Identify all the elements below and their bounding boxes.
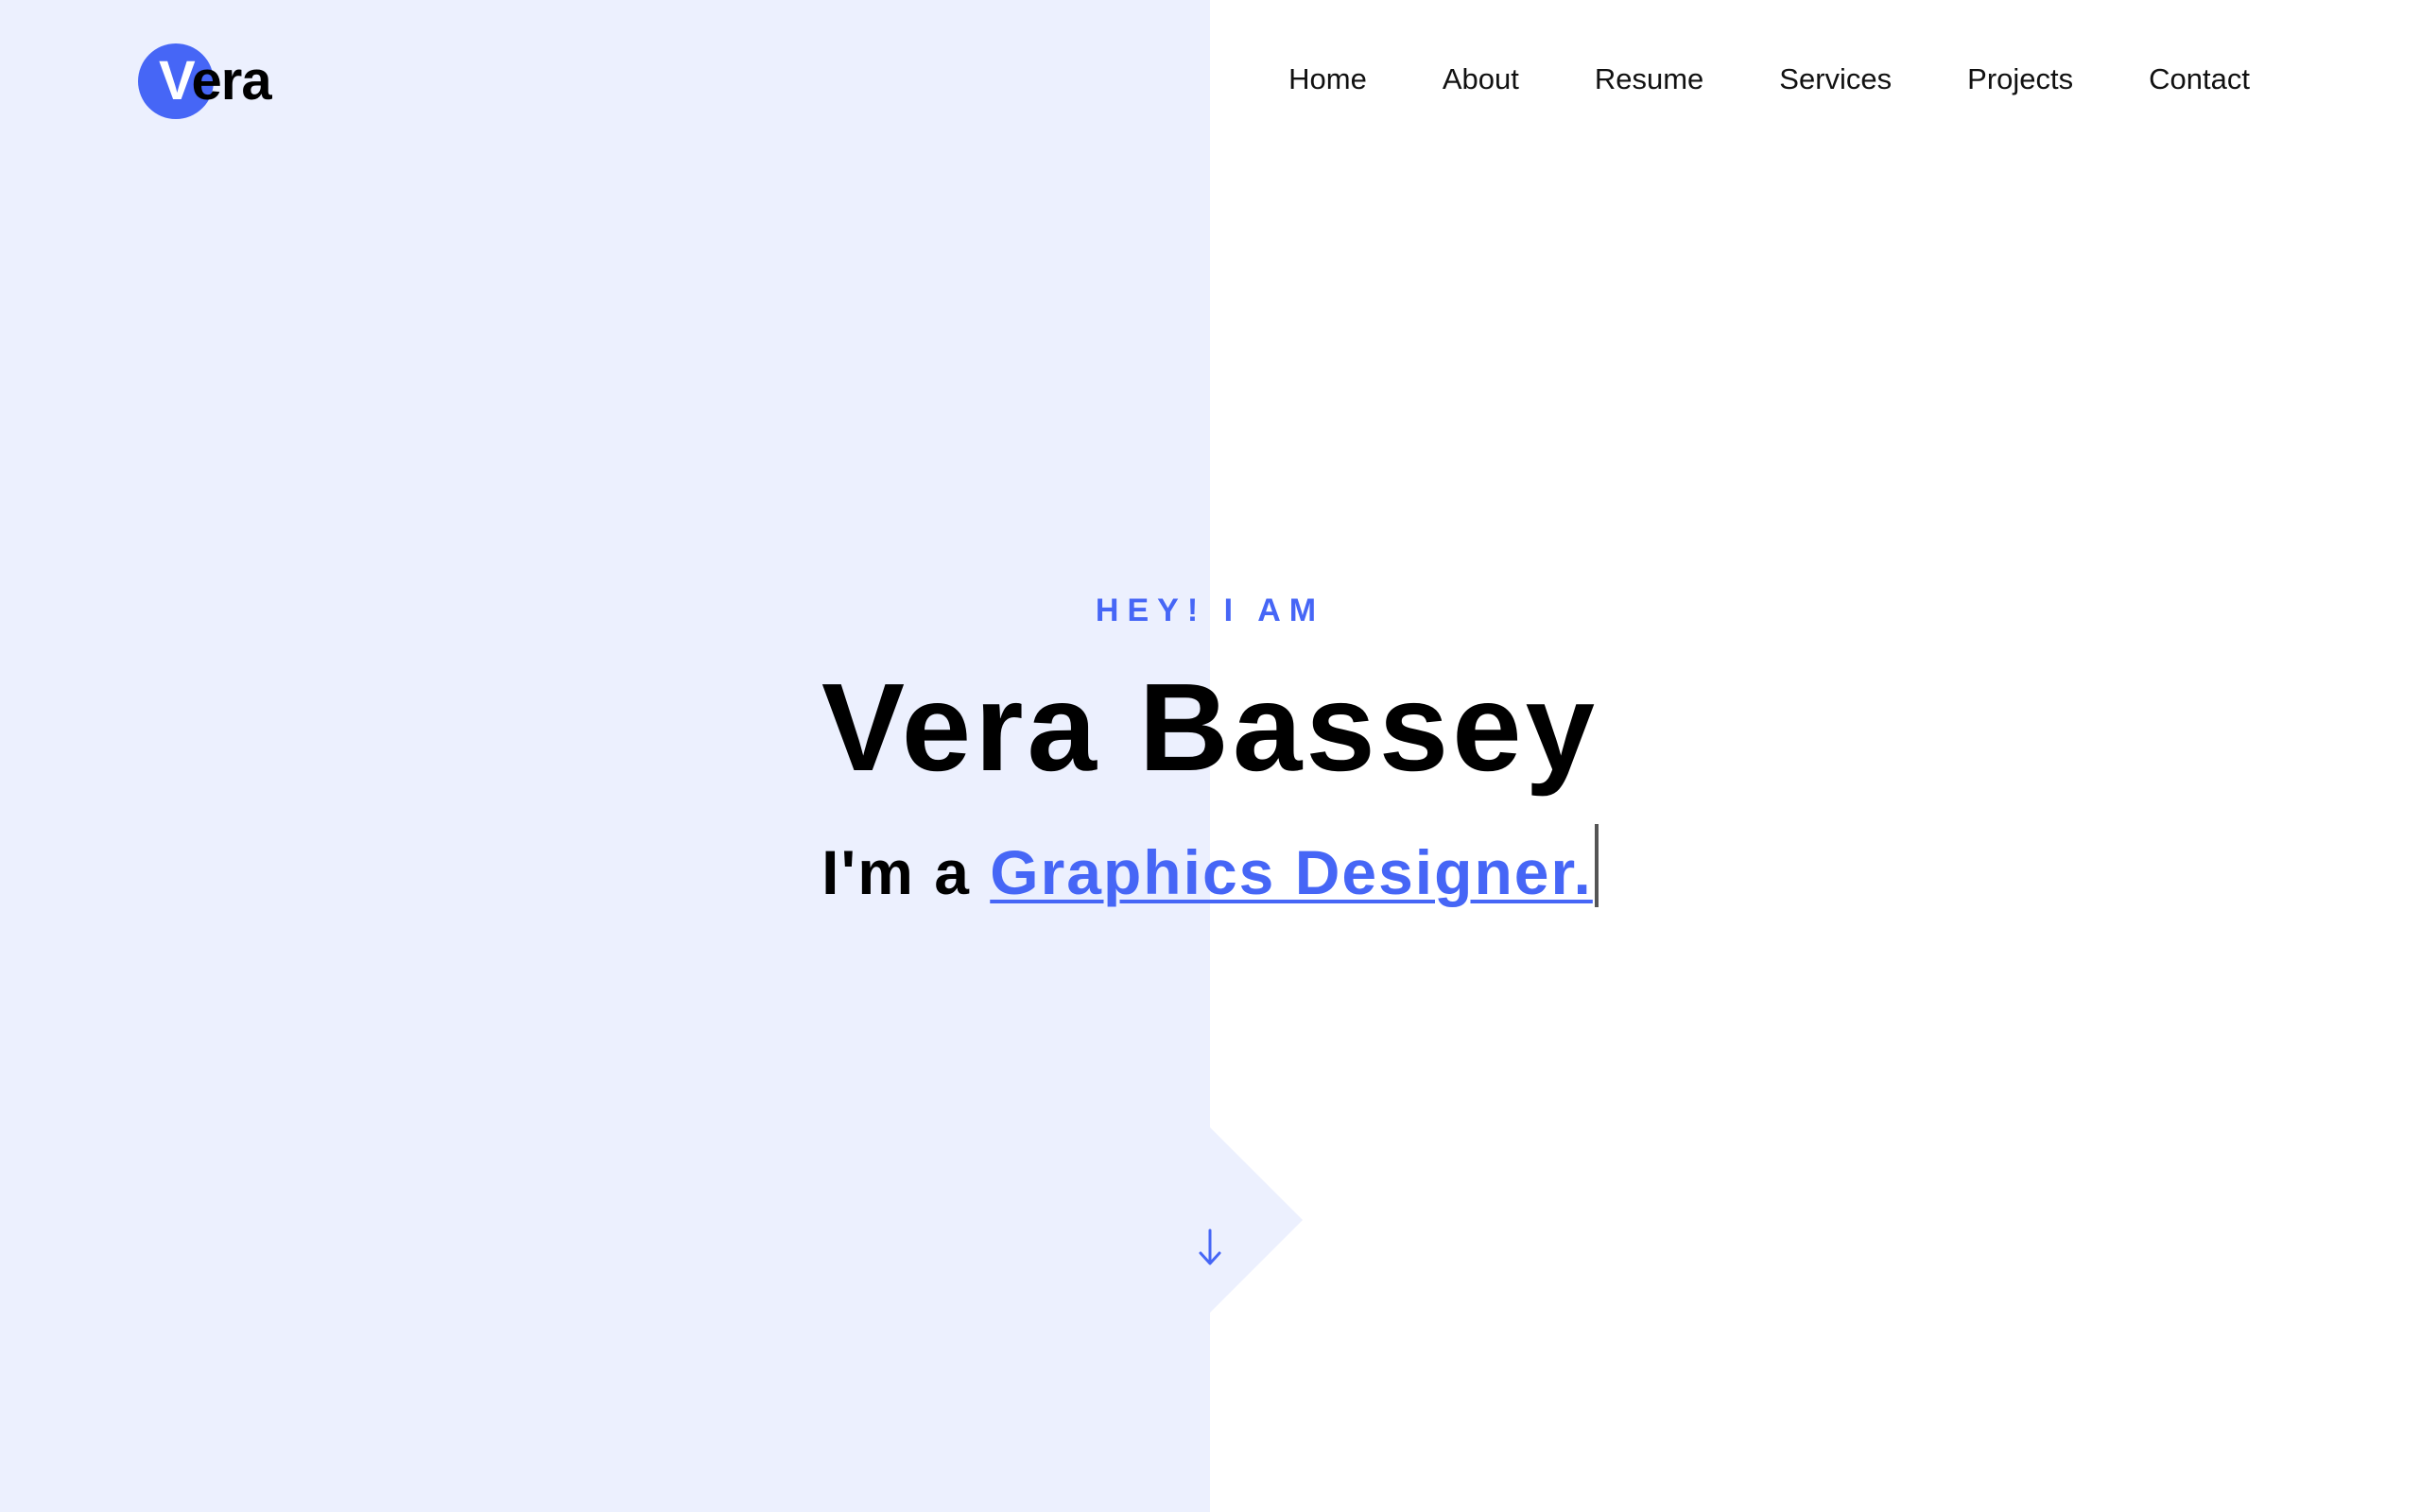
hero-section: HEY! I AM Vera Bassey I'm a Graphics Des… [0,0,2420,1512]
arrow-down-icon [1199,1228,1221,1265]
hero-role-highlight: Graphics Designer. [990,837,1593,907]
hero-name: Vera Bassey [821,658,1599,797]
typing-cursor [1594,824,1599,907]
scroll-down-button[interactable] [1193,1225,1227,1270]
hero-role: I'm a Graphics Designer. [0,824,2420,918]
page: Vera Home About Resume Services Projects… [0,0,2420,1512]
hero-eyebrow: HEY! I AM [1095,593,1325,628]
hero-role-prefix: I'm a [821,837,991,907]
